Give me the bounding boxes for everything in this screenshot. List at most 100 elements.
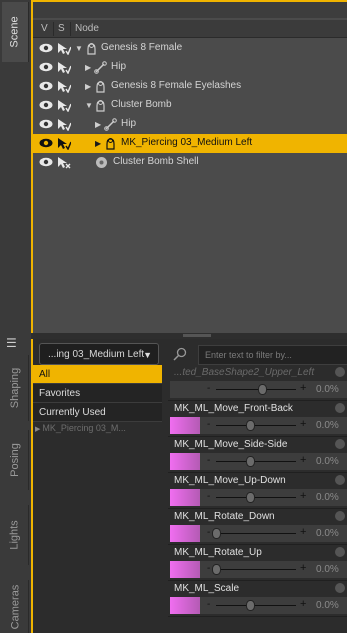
decrement-icon[interactable]: - — [207, 527, 210, 538]
tab-scene[interactable]: Scene — [2, 2, 29, 62]
tab-posing[interactable]: Posing — [2, 430, 29, 490]
gear-icon[interactable] — [335, 403, 345, 413]
increment-icon[interactable]: + — [300, 418, 306, 430]
increment-icon[interactable]: + — [300, 562, 306, 574]
figure-select[interactable]: ...ing 03_Medium Left ▼ — [39, 343, 159, 365]
tree-row[interactable]: ▼ Genesis 8 Female — [33, 39, 347, 58]
selectable-arrow-icon[interactable] — [57, 42, 71, 55]
slider-value: 0.0% — [316, 492, 339, 503]
morph-slider[interactable]: MK_ML_Move_Side-Side - +0.0% — [168, 437, 347, 473]
selectable-arrow-icon[interactable] — [57, 80, 71, 93]
category-all[interactable]: All — [33, 365, 162, 384]
slider-track[interactable]: - +0.0% — [170, 525, 347, 542]
slider-name: ...ted_BaseShape2_Upper_Left — [174, 367, 315, 378]
scene-empty-area[interactable] — [33, 195, 347, 333]
decrement-icon[interactable]: - — [207, 419, 210, 430]
selectable-arrow-icon[interactable] — [57, 99, 71, 112]
tree-row[interactable]: ▶ Hip — [33, 58, 347, 77]
slider-value: 0.0% — [316, 384, 339, 395]
slider-track[interactable]: - +0.0% — [170, 561, 347, 578]
slider-track[interactable]: - +0.0% — [170, 597, 347, 614]
decrement-icon[interactable]: - — [207, 563, 210, 574]
column-selectable[interactable]: S — [58, 23, 65, 34]
slider-knob[interactable] — [246, 420, 256, 431]
category-favorites[interactable]: Favorites — [33, 384, 162, 403]
tree-row[interactable]: ▶ Hip — [33, 115, 347, 134]
eye-icon[interactable] — [39, 138, 53, 148]
selectable-arrow-icon[interactable] — [57, 118, 71, 131]
slider-knob[interactable] — [212, 528, 221, 539]
increment-icon[interactable]: + — [300, 598, 306, 610]
eye-icon[interactable] — [39, 100, 53, 110]
slider-knob[interactable] — [257, 384, 267, 395]
selectable-arrow-icon[interactable] — [57, 61, 71, 74]
slider-rail — [216, 569, 296, 570]
splitter-grip[interactable] — [183, 334, 211, 337]
column-visible[interactable]: V — [41, 23, 48, 34]
tree-row-selected[interactable]: ▶ MK_Piercing 03_Medium Left — [33, 134, 347, 153]
category-currently-used[interactable]: Currently Used — [33, 403, 162, 422]
slider-knob[interactable] — [246, 492, 256, 503]
expand-icon[interactable]: ▼ — [75, 44, 83, 53]
node-label: Cluster Bomb — [111, 99, 172, 110]
slider-track[interactable]: - +0.0% — [170, 453, 347, 470]
decrement-icon[interactable]: - — [207, 455, 210, 466]
increment-icon[interactable]: + — [300, 454, 306, 466]
node-label: Hip — [121, 118, 137, 129]
decrement-icon[interactable]: - — [207, 599, 210, 610]
morph-slider[interactable]: ...ted_BaseShape2_Upper_Left - +0.0% — [168, 365, 347, 401]
slider-track[interactable]: - +0.0% — [170, 417, 347, 434]
morph-slider[interactable]: MK_ML_Move_Front-Back - +0.0% — [168, 401, 347, 437]
selectable-arrow-icon[interactable] — [57, 137, 71, 150]
eye-icon[interactable] — [39, 81, 53, 91]
slider-knob[interactable] — [212, 564, 221, 575]
filter-input[interactable]: Enter text to filter by... — [198, 345, 347, 365]
slider-knob[interactable] — [246, 456, 256, 467]
figure-tree-item[interactable]: ▶ MK_Piercing 03_M... — [35, 423, 126, 433]
morph-slider[interactable]: MK_ML_Move_Up-Down - +0.0% — [168, 473, 347, 509]
gear-icon[interactable] — [335, 367, 345, 377]
increment-icon[interactable]: + — [300, 382, 306, 394]
eye-icon[interactable] — [39, 157, 53, 167]
tab-cameras[interactable]: Cameras — [2, 580, 29, 633]
expand-icon[interactable]: ▶ — [95, 120, 101, 129]
decrement-icon[interactable]: - — [207, 383, 210, 394]
tree-row[interactable]: ▼ Cluster Bomb — [33, 96, 347, 115]
expand-icon[interactable]: ▶ — [95, 139, 101, 148]
tab-shaping[interactable]: Shaping — [2, 355, 29, 421]
gear-icon[interactable] — [335, 547, 345, 557]
panel-menu-icon[interactable]: ☰ — [6, 337, 24, 349]
slider-track[interactable]: - +0.0% — [170, 489, 347, 506]
tab-lights[interactable]: Lights — [2, 505, 29, 565]
slider-color-swatch — [170, 417, 200, 434]
expand-icon[interactable]: ▶ — [85, 82, 91, 91]
increment-icon[interactable]: + — [300, 526, 306, 538]
slider-rail — [216, 425, 296, 426]
expand-icon[interactable]: ▶ — [85, 63, 91, 72]
tab-scene-label: Scene — [9, 16, 22, 48]
slider-track[interactable]: - +0.0% — [170, 381, 347, 398]
column-node[interactable]: Node — [75, 23, 99, 34]
expand-icon[interactable]: ▼ — [85, 101, 93, 110]
tree-row[interactable]: Cluster Bomb Shell — [33, 153, 347, 172]
tree-row[interactable]: ▶ Genesis 8 Female Eyelashes — [33, 77, 347, 96]
search-icon[interactable] — [173, 347, 187, 361]
decrement-icon[interactable]: - — [207, 491, 210, 502]
morph-slider[interactable]: MK_ML_Rotate_Down - +0.0% — [168, 509, 347, 545]
eye-icon[interactable] — [39, 119, 53, 129]
node-label: MK_Piercing 03_Medium Left — [121, 137, 253, 148]
expand-icon[interactable]: ▶ — [35, 426, 40, 433]
gear-icon[interactable] — [335, 475, 345, 485]
not-selectable-icon[interactable] — [57, 156, 71, 169]
tab-cameras-label: Cameras — [9, 584, 21, 629]
morph-slider[interactable]: MK_ML_Rotate_Up - +0.0% — [168, 545, 347, 581]
gear-icon[interactable] — [335, 583, 345, 593]
increment-icon[interactable]: + — [300, 490, 306, 502]
bone-icon — [94, 61, 107, 74]
eye-icon[interactable] — [39, 62, 53, 72]
eye-icon[interactable] — [39, 43, 53, 53]
gear-icon[interactable] — [335, 511, 345, 521]
gear-icon[interactable] — [335, 439, 345, 449]
morph-slider[interactable]: MK_ML_Scale - +0.0% — [168, 581, 347, 617]
slider-knob[interactable] — [246, 600, 256, 611]
